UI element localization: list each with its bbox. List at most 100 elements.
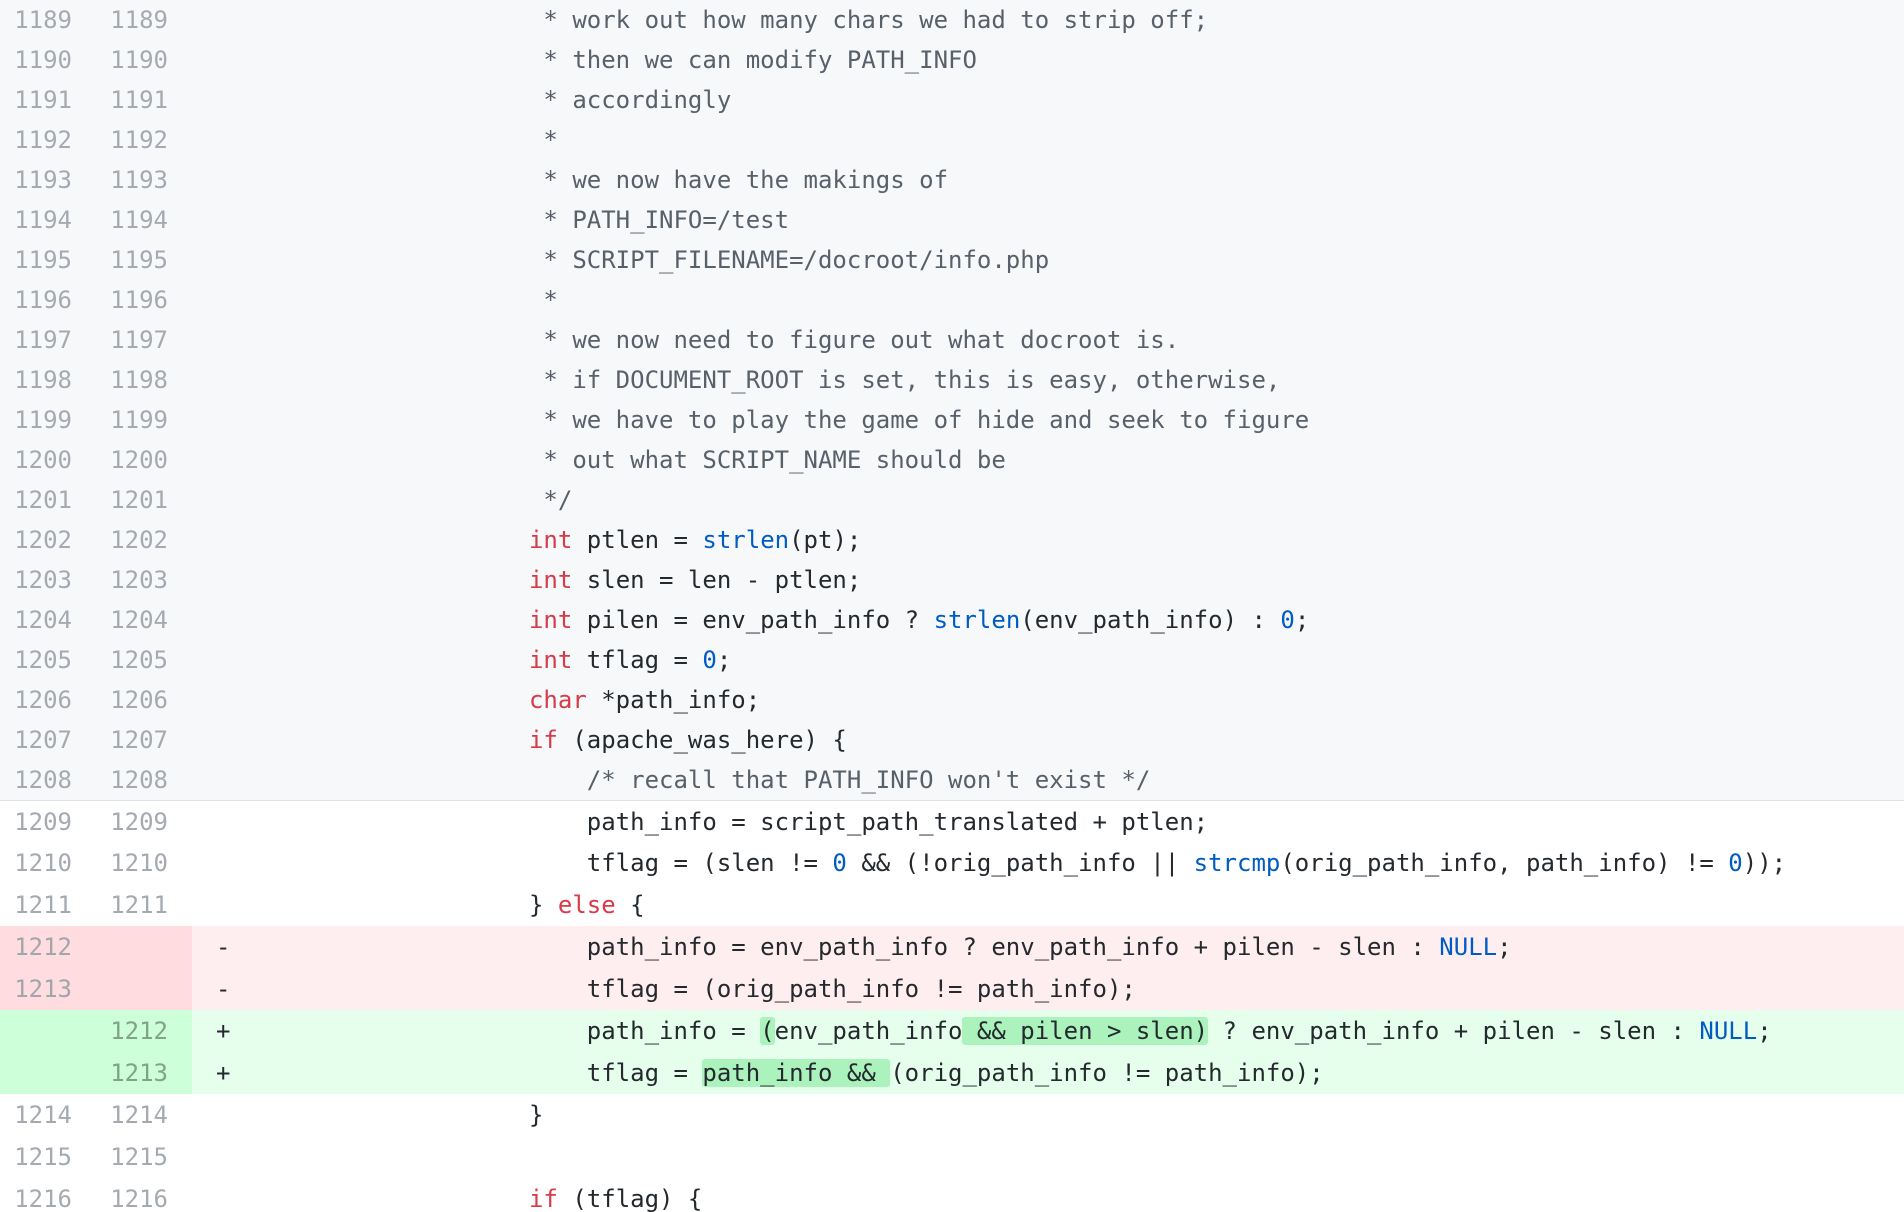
old-line-number[interactable]: 1197	[0, 320, 96, 360]
new-line-number[interactable]: 1210	[96, 842, 192, 884]
code-token: if	[528, 726, 558, 754]
new-line-number[interactable]: 1204	[96, 600, 192, 640]
old-line-number[interactable]: 1210	[0, 842, 96, 884]
new-line-number[interactable]: 1190	[96, 40, 192, 80]
code-token: (orig_path_info != path_info);	[890, 1059, 1324, 1087]
code-text: } else {	[240, 891, 1904, 919]
old-line-number[interactable]: 1202	[0, 520, 96, 560]
new-line-number[interactable]: 1194	[96, 200, 192, 240]
diff-line-ctx: 1211 1211 } else {	[0, 884, 1904, 926]
new-line-number[interactable]: 1206	[96, 680, 192, 720]
old-line-number[interactable]: 1204	[0, 600, 96, 640]
code-token: 0	[702, 646, 717, 674]
new-line-number[interactable]	[96, 968, 192, 1010]
old-line-number[interactable]: 1193	[0, 160, 96, 200]
old-line-number[interactable]: 1192	[0, 120, 96, 160]
code-token: */	[240, 486, 573, 514]
old-line-number[interactable]: 1212	[0, 926, 96, 968]
code-token: NULL	[1439, 933, 1498, 961]
code-text: tflag = (orig_path_info != path_info);	[240, 975, 1904, 1003]
code-token: path_info = script_path_translated + ptl…	[240, 807, 1209, 836]
old-line-number[interactable]: 1191	[0, 80, 96, 120]
diff-line-ctx-exp: 1190 1190 * then we can modify PATH_INFO	[0, 40, 1904, 80]
old-line-number[interactable]: 1189	[0, 0, 96, 40]
old-line-number[interactable]: 1208	[0, 760, 96, 800]
old-line-number[interactable]: 1194	[0, 200, 96, 240]
code-token: (apache_was_here) {	[557, 726, 847, 754]
code-token: int	[528, 526, 573, 554]
code-token: (env_path_info) :	[1020, 606, 1281, 634]
old-line-number[interactable]: 1206	[0, 680, 96, 720]
old-line-number[interactable]: 1213	[0, 968, 96, 1010]
old-line-number[interactable]: 1196	[0, 280, 96, 320]
old-line-number[interactable]: 1215	[0, 1136, 96, 1178]
new-line-number[interactable]: 1199	[96, 400, 192, 440]
code-token: && (!orig_path_info ||	[846, 849, 1194, 877]
old-line-number[interactable]: 1200	[0, 440, 96, 480]
old-line-number[interactable]: 1207	[0, 720, 96, 760]
diff-line-ctx-exp: 1206 1206 char *path_info;	[0, 680, 1904, 720]
code-text: tflag = (slen != 0 && (!orig_path_info |…	[240, 849, 1904, 877]
new-line-number[interactable]: 1197	[96, 320, 192, 360]
code-text: int ptlen = strlen(pt);	[240, 526, 1904, 554]
new-line-number[interactable]: 1211	[96, 884, 192, 926]
code-text: if (apache_was_here) {	[240, 726, 1904, 754]
new-line-number[interactable]: 1207	[96, 720, 192, 760]
new-line-number[interactable]: 1205	[96, 640, 192, 680]
new-line-number[interactable]	[96, 926, 192, 968]
old-line-number[interactable]: 1195	[0, 240, 96, 280]
diff-line-ctx-exp: 1196 1196 *	[0, 280, 1904, 320]
diff-line-ctx-exp: 1189 1189 * work out how many chars we ha…	[0, 0, 1904, 40]
old-line-number[interactable]: 1211	[0, 884, 96, 926]
new-line-number[interactable]: 1216	[96, 1178, 192, 1212]
code-token: }	[240, 1101, 544, 1129]
new-line-number[interactable]: 1212	[96, 1010, 192, 1052]
diff-line-ctx-exp: 1191 1191 * accordingly	[0, 80, 1904, 120]
code-token: NULL	[1699, 1017, 1758, 1045]
old-line-number[interactable]	[0, 1010, 96, 1052]
old-line-number[interactable]	[0, 1052, 96, 1094]
new-line-number[interactable]: 1202	[96, 520, 192, 560]
old-line-number[interactable]: 1203	[0, 560, 96, 600]
code-token: char	[528, 686, 587, 714]
new-line-number[interactable]: 1195	[96, 240, 192, 280]
code-token: *	[240, 126, 558, 154]
old-line-number[interactable]: 1209	[0, 801, 96, 842]
new-line-number[interactable]: 1198	[96, 360, 192, 400]
code-token: * PATH_INFO=/test	[240, 206, 790, 234]
old-line-number[interactable]: 1216	[0, 1178, 96, 1212]
new-line-number[interactable]: 1192	[96, 120, 192, 160]
new-line-number[interactable]: 1215	[96, 1136, 192, 1178]
code-text: int slen = len - ptlen;	[240, 566, 1904, 594]
code-token: pilen = env_path_info ?	[572, 606, 934, 634]
new-line-number[interactable]: 1191	[96, 80, 192, 120]
old-line-number[interactable]: 1205	[0, 640, 96, 680]
diff-line-ctx: 1214 1214 }	[0, 1094, 1904, 1136]
diff-line-add: 1213 + tflag = path_info && (orig_path_in…	[0, 1052, 1904, 1094]
new-line-number[interactable]: 1196	[96, 280, 192, 320]
new-line-number[interactable]: 1203	[96, 560, 192, 600]
diff-line-ctx-exp: 1203 1203 int slen = len - ptlen;	[0, 560, 1904, 600]
code-text: *	[240, 126, 1904, 154]
new-line-number[interactable]: 1193	[96, 160, 192, 200]
new-line-number[interactable]: 1214	[96, 1094, 192, 1136]
old-line-number[interactable]: 1201	[0, 480, 96, 520]
diff-line-ctx-exp: 1192 1192 *	[0, 120, 1904, 160]
code-token: tflag = (slen !=	[240, 849, 833, 877]
old-line-number[interactable]: 1214	[0, 1094, 96, 1136]
new-line-number[interactable]: 1189	[96, 0, 192, 40]
new-line-number[interactable]: 1201	[96, 480, 192, 520]
old-line-number[interactable]: 1199	[0, 400, 96, 440]
diff-marker: +	[216, 1059, 231, 1087]
diff-line-ctx-exp: 1193 1193 * we now have the makings of	[0, 160, 1904, 200]
code-text: int tflag = 0;	[240, 646, 1904, 674]
new-line-number[interactable]: 1213	[96, 1052, 192, 1094]
new-line-number[interactable]: 1208	[96, 760, 192, 800]
code-text: /* recall that PATH_INFO won't exist */	[240, 766, 1904, 794]
old-line-number[interactable]: 1198	[0, 360, 96, 400]
old-line-number[interactable]: 1190	[0, 40, 96, 80]
new-line-number[interactable]: 1200	[96, 440, 192, 480]
new-line-number[interactable]: 1209	[96, 801, 192, 842]
